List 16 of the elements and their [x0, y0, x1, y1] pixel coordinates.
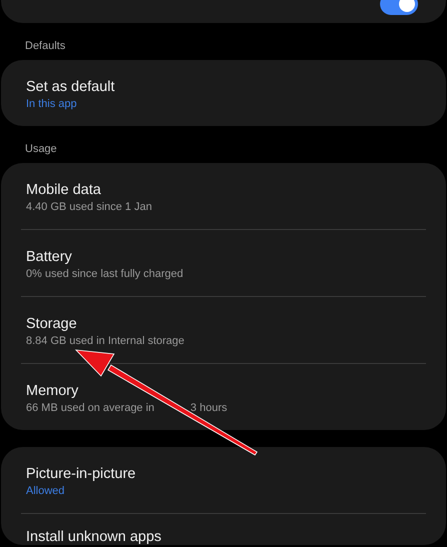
setting-summary: 66 MB used on average in [26, 402, 154, 414]
setting-summary: 3 hours [190, 402, 228, 414]
setting-title[interactable]: Install unknown apps [26, 529, 421, 545]
setting-title[interactable]: Storage [26, 316, 421, 332]
setting-title[interactable]: Set as default [26, 79, 421, 95]
setting-title[interactable]: Mobile data [26, 182, 421, 198]
section-header: Usage [24, 142, 58, 157]
setting-summary: Allowed [26, 485, 66, 497]
setting-summary: 0% used since last fully charged [26, 268, 184, 280]
setting-summary: In this app [26, 98, 78, 110]
section-header: Defaults [24, 39, 66, 54]
setting-summary: 4.40 GB used since 1 Jan [26, 201, 153, 213]
setting-title[interactable]: Memory [26, 383, 421, 399]
setting-title[interactable]: Battery [26, 249, 421, 265]
setting-summary: 8.84 GB used in Internal storage [26, 335, 186, 347]
setting-title[interactable]: Picture-in-picture [26, 466, 421, 482]
